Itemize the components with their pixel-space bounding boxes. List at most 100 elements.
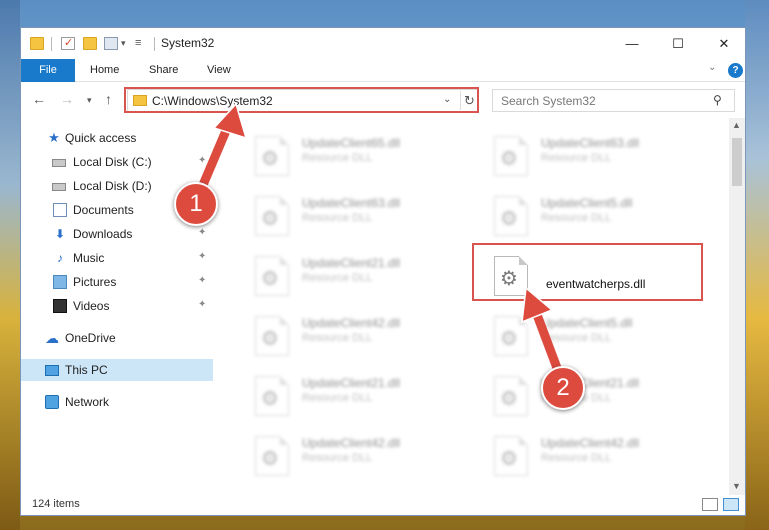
scroll-thumb[interactable] [732,138,742,186]
sidebar-item-label: Pictures [73,275,117,289]
separator [51,37,52,51]
file-item[interactable]: ⚙ UpdateClient21.dll Resource DLL [481,365,711,425]
gear-icon: ⚙ [500,328,518,350]
gear-icon: ⚙ [500,388,518,410]
file-name: UpdateClient5.dll [541,316,633,330]
dll-file-icon: ⚙ [494,136,528,176]
dll-file-icon: ⚙ [494,316,528,356]
tab-share[interactable]: Share [149,59,178,82]
sidebar-item-downloads[interactable]: ⬇ Downloads ✦ [21,223,213,245]
disk-icon [52,183,66,191]
expand-ribbon-icon[interactable]: ⌄ [708,62,716,73]
properties-check-icon[interactable] [61,36,75,50]
file-item[interactable]: ⚙ UpdateClient42.dll Resource DLL [242,425,472,485]
sidebar-item-pictures[interactable]: Pictures ✦ [21,271,213,293]
up-arrow-icon[interactable]: ↑ [105,91,112,107]
quick-access-toolbar-dropdown-icon[interactable]: ≡ [135,37,141,49]
file-type: Resource DLL [302,332,373,344]
file-item[interactable]: ⚙ UpdateClient42.dll Resource DLL [242,305,472,365]
sidebar-item-label: Downloads [73,227,133,241]
recent-locations-icon[interactable]: ▾ [87,95,92,106]
sidebar-item-label: Local Disk (D:) [73,179,152,193]
sidebar-item-music[interactable]: ♪ Music ✦ [21,247,213,269]
tab-home[interactable]: Home [90,59,119,82]
ribbon-tabs: File Home Share View ⌄ ? [21,59,745,82]
file-name: UpdateClient63.dll [302,196,401,210]
back-arrow-icon[interactable]: ← [32,91,46,107]
search-box[interactable]: Search System32 ⚲ [492,89,735,112]
file-name: UpdateClient65.dll [302,136,401,150]
step-badge-1: 1 [174,182,218,226]
new-folder-icon[interactable] [83,37,97,50]
sidebar-item-local-disk-c[interactable]: Local Disk (C:) ✦ [21,151,213,173]
file-type: Resource DLL [302,272,373,284]
customize-icon[interactable] [104,37,118,50]
address-path[interactable]: C:\Windows\System32 [152,94,273,108]
large-icons-view-icon[interactable] [723,498,739,511]
pin-icon[interactable]: ✦ [198,227,206,238]
gear-icon: ⚙ [261,208,279,230]
star-icon: ★ [48,130,60,145]
navigation-bar: ← → ▾ ↑ C:\Windows\System32 ⌄ ↻ Search S… [21,83,745,118]
pin-icon[interactable]: ✦ [198,155,206,166]
dll-file-icon: ⚙ [255,316,289,356]
tab-view[interactable]: View [207,59,231,82]
address-bar[interactable]: C:\Windows\System32 ⌄ ↻ [127,89,479,112]
dll-file-icon: ⚙ [255,256,289,296]
chevron-down-icon[interactable]: ▾ [121,38,126,49]
file-item[interactable]: ⚙ UpdateClient65.dll Resource DLL [242,125,472,185]
dll-file-icon: ⚙ [494,196,528,236]
dll-file-icon: ⚙ [255,436,289,476]
pin-icon[interactable]: ✦ [198,275,206,286]
file-type: Resource DLL [541,212,612,224]
sidebar-item-label: Quick access [65,131,137,145]
chevron-down-icon[interactable]: ⌄ [443,94,451,105]
dll-file-icon: ⚙ [494,256,528,296]
file-type: Resource DLL [541,332,612,344]
file-item[interactable]: ⚙ UpdateClient21.dll Resource DLL [242,365,472,425]
cloud-icon: ☁ [45,330,59,346]
tab-file[interactable]: File [21,59,75,82]
file-item[interactable]: ⚙ UpdateClient42.dll Resource DLL [481,425,711,485]
separator [154,37,155,51]
scroll-up-icon[interactable]: ▲ [732,120,741,130]
sidebar-item-label: Network [65,395,110,409]
network-icon [45,395,59,409]
file-item[interactable]: ⚙ UpdateClient21.dll Resource DLL [242,245,472,305]
pin-icon[interactable]: ✦ [198,251,206,262]
file-item[interactable]: ⚙ UpdateClient63.dll Resource DLL [481,125,711,185]
sidebar-item-label: Music [73,251,105,265]
item-count: 124 items [32,498,80,510]
pin-icon[interactable]: ✦ [198,299,206,310]
details-view-icon[interactable] [702,498,718,511]
sidebar-item-videos[interactable]: Videos ✦ [21,295,213,317]
file-list: ⚙ UpdateClient65.dll Resource DLL ⚙ Upda… [213,118,729,495]
close-button[interactable]: ✕ [701,28,747,59]
sidebar-item-label: Documents [73,203,134,217]
file-item[interactable]: ⚙ UpdateClient63.dll Resource DLL [242,185,472,245]
gear-icon: ⚙ [261,268,279,290]
folder-icon [133,95,147,106]
file-item[interactable]: ⚙ UpdateClient5.dll Resource DLL [481,185,711,245]
file-item[interactable]: ⚙ UpdateClient5.dll Resource DLL [481,305,711,365]
scroll-down-icon[interactable]: ▼ [732,481,741,491]
file-item-eventwatcherps[interactable]: ⚙ eventwatcherps.dll [481,245,711,305]
sidebar-item-quick-access[interactable]: ★ Quick access [21,127,213,149]
gear-icon: ⚙ [261,448,279,470]
sidebar-item-this-pc[interactable]: This PC [21,359,213,381]
refresh-icon[interactable]: ↻ [460,91,478,110]
dll-file-icon: ⚙ [255,196,289,236]
gear-icon: ⚙ [500,448,518,470]
minimize-button[interactable]: — [609,28,655,59]
maximize-button[interactable]: ☐ [655,28,701,59]
help-icon[interactable]: ? [728,63,743,78]
gear-icon: ⚙ [500,208,518,230]
forward-arrow-icon[interactable]: → [60,91,74,107]
sidebar-item-network[interactable]: Network [21,391,213,413]
sidebar-item-onedrive[interactable]: ☁ OneDrive [21,327,213,349]
desktop-background-left [0,0,20,530]
vertical-scrollbar[interactable]: ▲ ▼ [729,118,745,495]
search-icon[interactable]: ⚲ [713,93,722,107]
file-type: Resource DLL [302,452,373,464]
search-input[interactable]: Search System32 [501,94,596,108]
